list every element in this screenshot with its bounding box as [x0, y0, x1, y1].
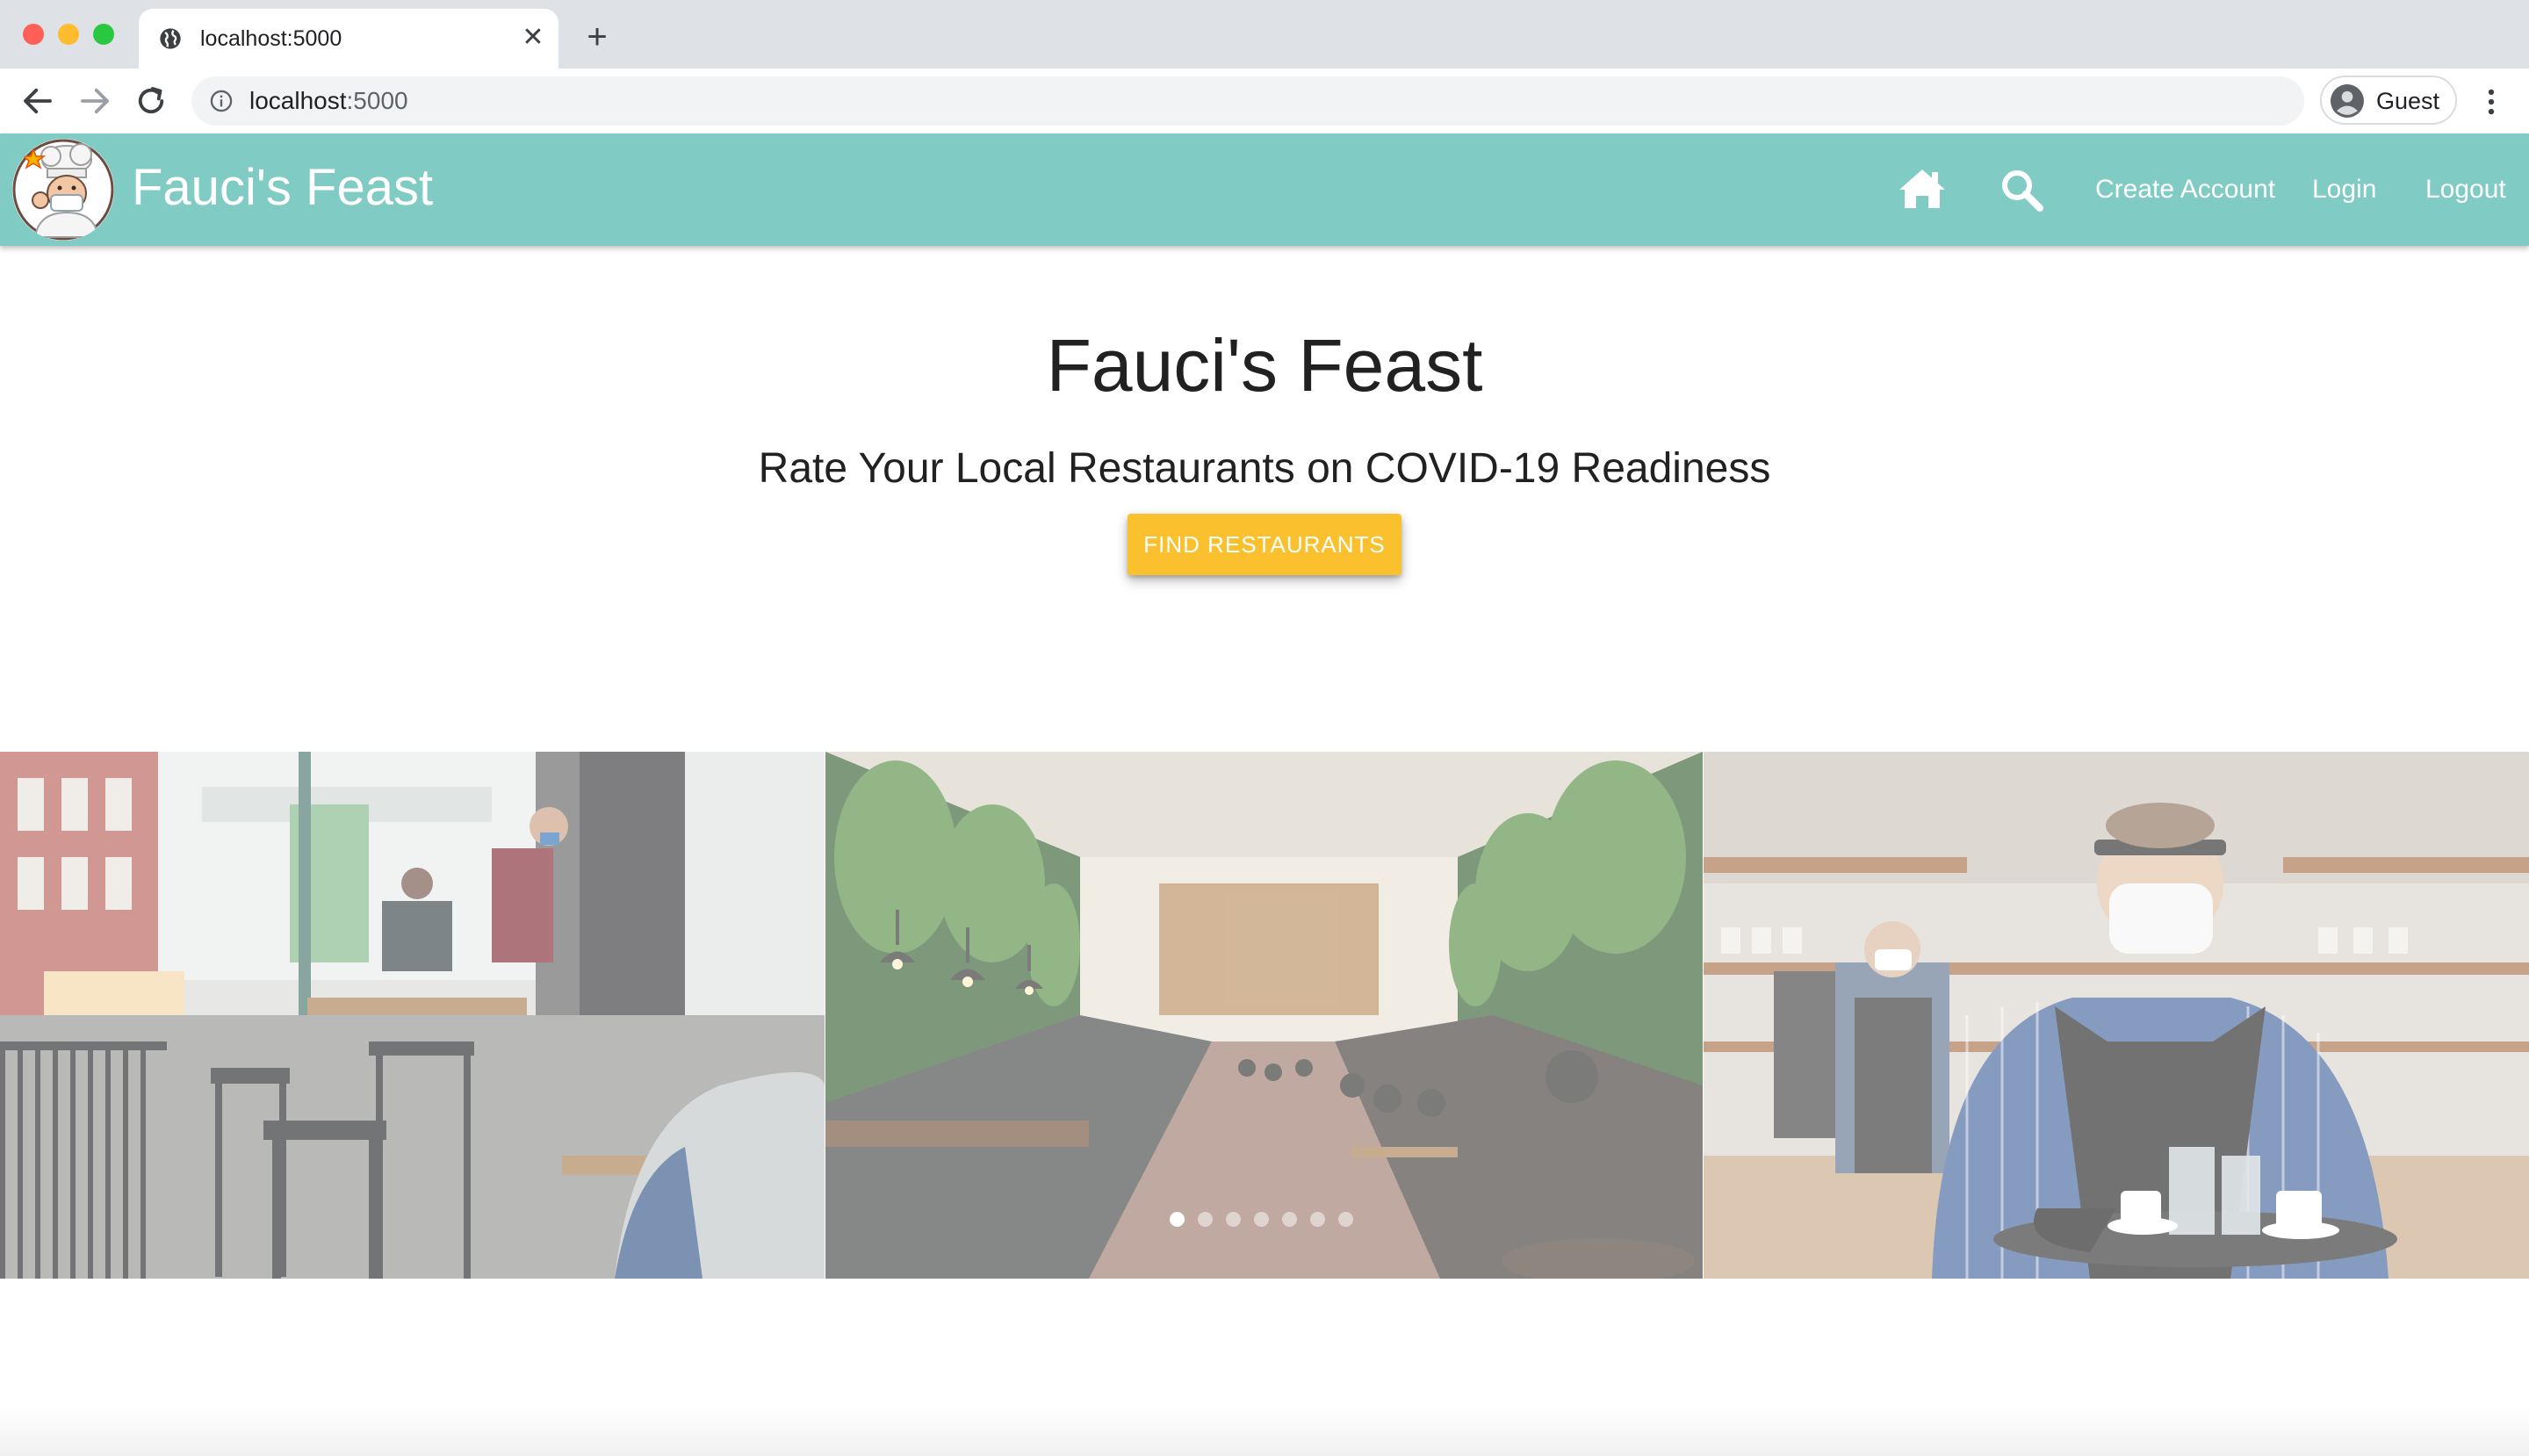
login-link[interactable]: Login — [2312, 174, 2376, 205]
address-bar[interactable]: localhost:5000 — [191, 76, 2304, 126]
carousel-indicator[interactable] — [1338, 1212, 1353, 1227]
slide-overlay — [0, 752, 825, 1279]
close-window-button[interactable] — [23, 24, 44, 45]
carousel-indicator[interactable] — [1254, 1212, 1269, 1227]
hero-title: Fauci's Feast — [1046, 324, 1483, 407]
tab-title: localhost:5000 — [200, 26, 342, 51]
carousel-slide-patio — [0, 752, 825, 1279]
carousel-indicator[interactable] — [1198, 1212, 1213, 1227]
browser-tabstrip: localhost:5000 ✕ + — [0, 0, 2529, 68]
carousel-slide-waiter — [1704, 752, 2529, 1279]
create-account-link[interactable]: Create Account — [2095, 174, 2275, 205]
slide-overlay — [825, 752, 1703, 1279]
url-port: :5000 — [346, 87, 408, 114]
brand-title[interactable]: Fauci's Feast — [132, 160, 433, 216]
info-icon[interactable] — [209, 89, 234, 113]
url-text: localhost:5000 — [249, 89, 408, 113]
chef-mascot-icon — [12, 139, 114, 241]
maximize-window-button[interactable] — [93, 24, 114, 45]
avatar-icon — [2331, 84, 2364, 118]
chef-logo[interactable] — [12, 139, 114, 241]
carousel-indicator[interactable] — [1170, 1212, 1185, 1227]
tab-close-icon[interactable]: ✕ — [518, 23, 548, 53]
hero-subtitle: Rate Your Local Restaurants on COVID-19 … — [758, 445, 1771, 492]
minimize-window-button[interactable] — [58, 24, 79, 45]
profile-name: Guest — [2376, 88, 2440, 114]
globe-icon — [160, 28, 181, 49]
home-icon[interactable] — [1897, 167, 1948, 211]
search-icon[interactable] — [1999, 167, 2044, 213]
carousel-indicator[interactable] — [1310, 1212, 1325, 1227]
slide-overlay — [1704, 752, 2529, 1279]
new-tab-button[interactable]: + — [580, 19, 615, 54]
more-vert-icon[interactable] — [2475, 84, 2508, 119]
carousel-indicator[interactable] — [1282, 1212, 1297, 1227]
carousel-indicator[interactable] — [1226, 1212, 1241, 1227]
logout-link[interactable]: Logout — [2425, 174, 2506, 205]
image-carousel[interactable] — [0, 752, 2529, 1279]
url-host: localhost — [249, 87, 347, 114]
reload-icon[interactable] — [133, 83, 169, 119]
page-bottom-shadow — [0, 1405, 2529, 1456]
back-arrow-icon[interactable] — [19, 83, 56, 119]
forward-arrow-icon[interactable] — [76, 83, 113, 119]
carousel-slide-food-hall — [825, 752, 1703, 1279]
profile-button[interactable]: Guest — [2320, 76, 2457, 125]
browser-tab[interactable]: localhost:5000 ✕ — [139, 9, 558, 68]
browser-toolbar: localhost:5000 Guest — [0, 68, 2529, 134]
app-navbar: Fauci's Feast Create Account Login Logou… — [0, 133, 2529, 246]
find-restaurants-button[interactable]: FIND RESTAURANTS — [1128, 514, 1401, 575]
